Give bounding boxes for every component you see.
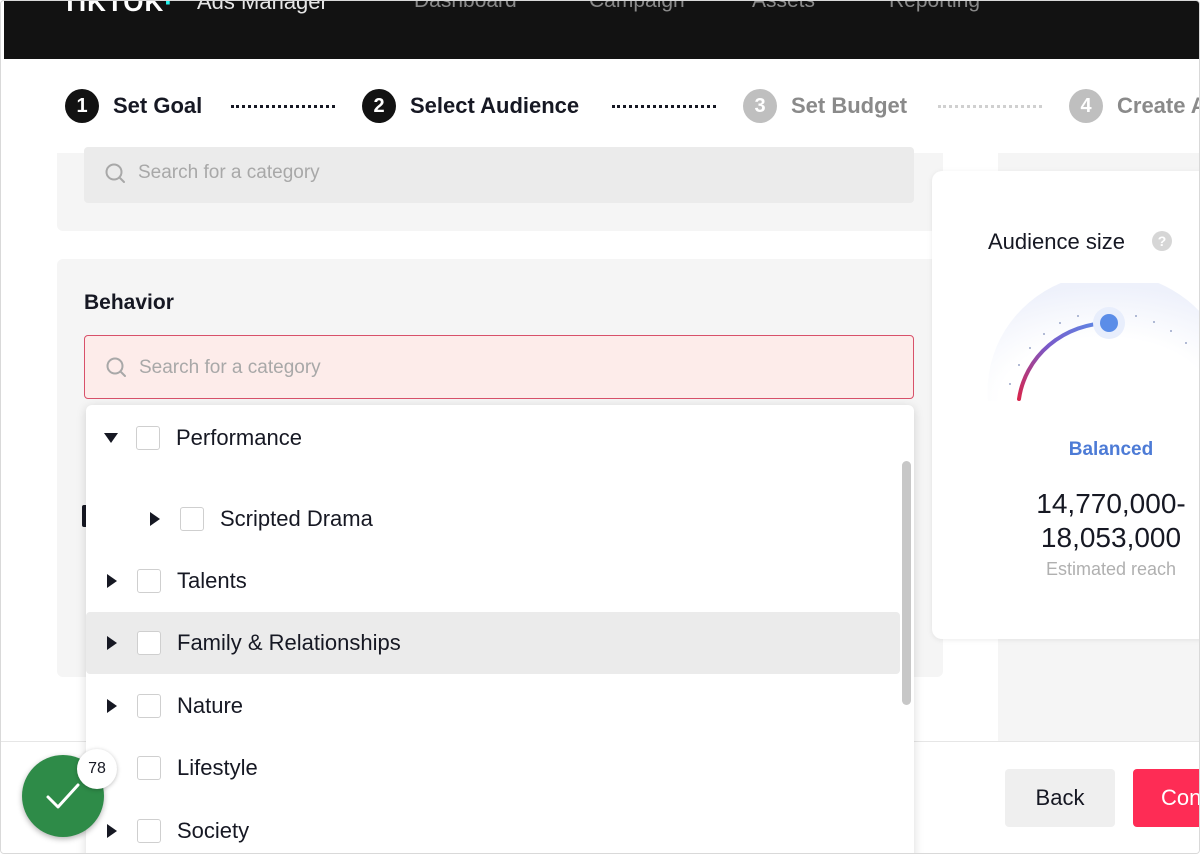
continue-button[interactable]: Continue [1133,769,1199,827]
search-icon [105,163,125,183]
category-checkbox[interactable] [137,756,161,780]
progress-stepper: 1 Set Goal 2 Select Audience 3 Set Budge… [1,59,1199,153]
step-set-goal[interactable]: 1 Set Goal [65,89,202,123]
help-icon[interactable]: ? [1152,231,1172,251]
interest-search-input[interactable]: Search for a category [84,147,914,203]
search-icon [106,357,126,377]
expand-caret-icon[interactable] [107,699,117,713]
app-window: TIKTOK· Ads Manager Dashboard Campaign A… [0,0,1200,854]
category-checkbox[interactable] [137,631,161,655]
expand-caret-icon[interactable] [150,512,160,526]
estimated-reach-value: 14,770,000- 18,053,000 [1036,488,1186,553]
category-checkbox[interactable] [137,694,161,718]
product-name: Ads Manager [197,1,328,14]
list-item-talents[interactable]: Talents [86,550,900,612]
list-item-family-relationships[interactable]: Family & Relationships [86,612,900,674]
list-item-scripted-drama[interactable]: Scripted Drama [86,488,900,550]
step-create-ad[interactable]: 4 Create Ad [1069,89,1199,123]
step-connector [231,105,335,108]
step-connector [938,105,1042,108]
step-number: 4 [1069,89,1103,123]
category-checkbox[interactable] [136,426,160,450]
step-connector [612,105,716,108]
category-checkbox[interactable] [180,507,204,531]
list-item-lifestyle[interactable]: Lifestyle [86,737,900,799]
list-item-society[interactable]: Society [86,800,900,853]
step-label: Create Ad [1117,93,1199,118]
category-checkbox[interactable] [137,569,161,593]
expand-caret-icon[interactable] [107,824,117,838]
dropdown-scrollbar[interactable] [902,461,911,705]
step-set-budget[interactable]: 3 Set Budget [743,89,907,123]
top-navigation: TIKTOK· Ads Manager Dashboard Campaign A… [4,1,1199,59]
behavior-category-dropdown[interactable]: Performance Scripted Drama Talents Famil… [86,405,914,853]
checkmark-icon [46,783,80,809]
step-label: Set Budget [791,93,908,118]
tiktok-logo[interactable]: TIKTOK· [62,1,174,18]
step-number: 3 [743,89,777,123]
audience-status: Balanced [1068,439,1154,460]
list-item-performance[interactable]: Performance [86,407,900,469]
category-checkbox[interactable] [137,819,161,843]
audience-size-title: Audience size [988,229,1125,254]
notification-count-badge: 78 [77,749,117,789]
step-number: 1 [65,89,99,123]
search-placeholder: Search for a category [138,162,320,183]
behavior-search-input[interactable]: Search for a category [84,335,914,399]
step-label: Set Goal [113,93,203,118]
nav-reporting[interactable]: Reporting [889,1,980,13]
nav-assets[interactable]: Assets [752,1,815,13]
step-label: Select Audience [410,93,580,118]
collapse-caret-icon[interactable] [104,433,118,443]
audience-gauge [987,283,1199,401]
list-item-nature[interactable]: Nature [86,675,900,737]
step-number: 2 [362,89,396,123]
search-placeholder: Search for a category [139,357,321,378]
back-button[interactable]: Back [1005,769,1115,827]
step-select-audience[interactable]: 2 Select Audience [362,89,579,123]
expand-caret-icon[interactable] [107,574,117,588]
behavior-title: Behavior [84,291,174,314]
estimated-reach-label: Estimated reach [1045,559,1177,579]
nav-campaign[interactable]: Campaign [589,1,685,13]
expand-caret-icon[interactable] [107,636,117,650]
nav-dashboard[interactable]: Dashboard [414,1,517,13]
